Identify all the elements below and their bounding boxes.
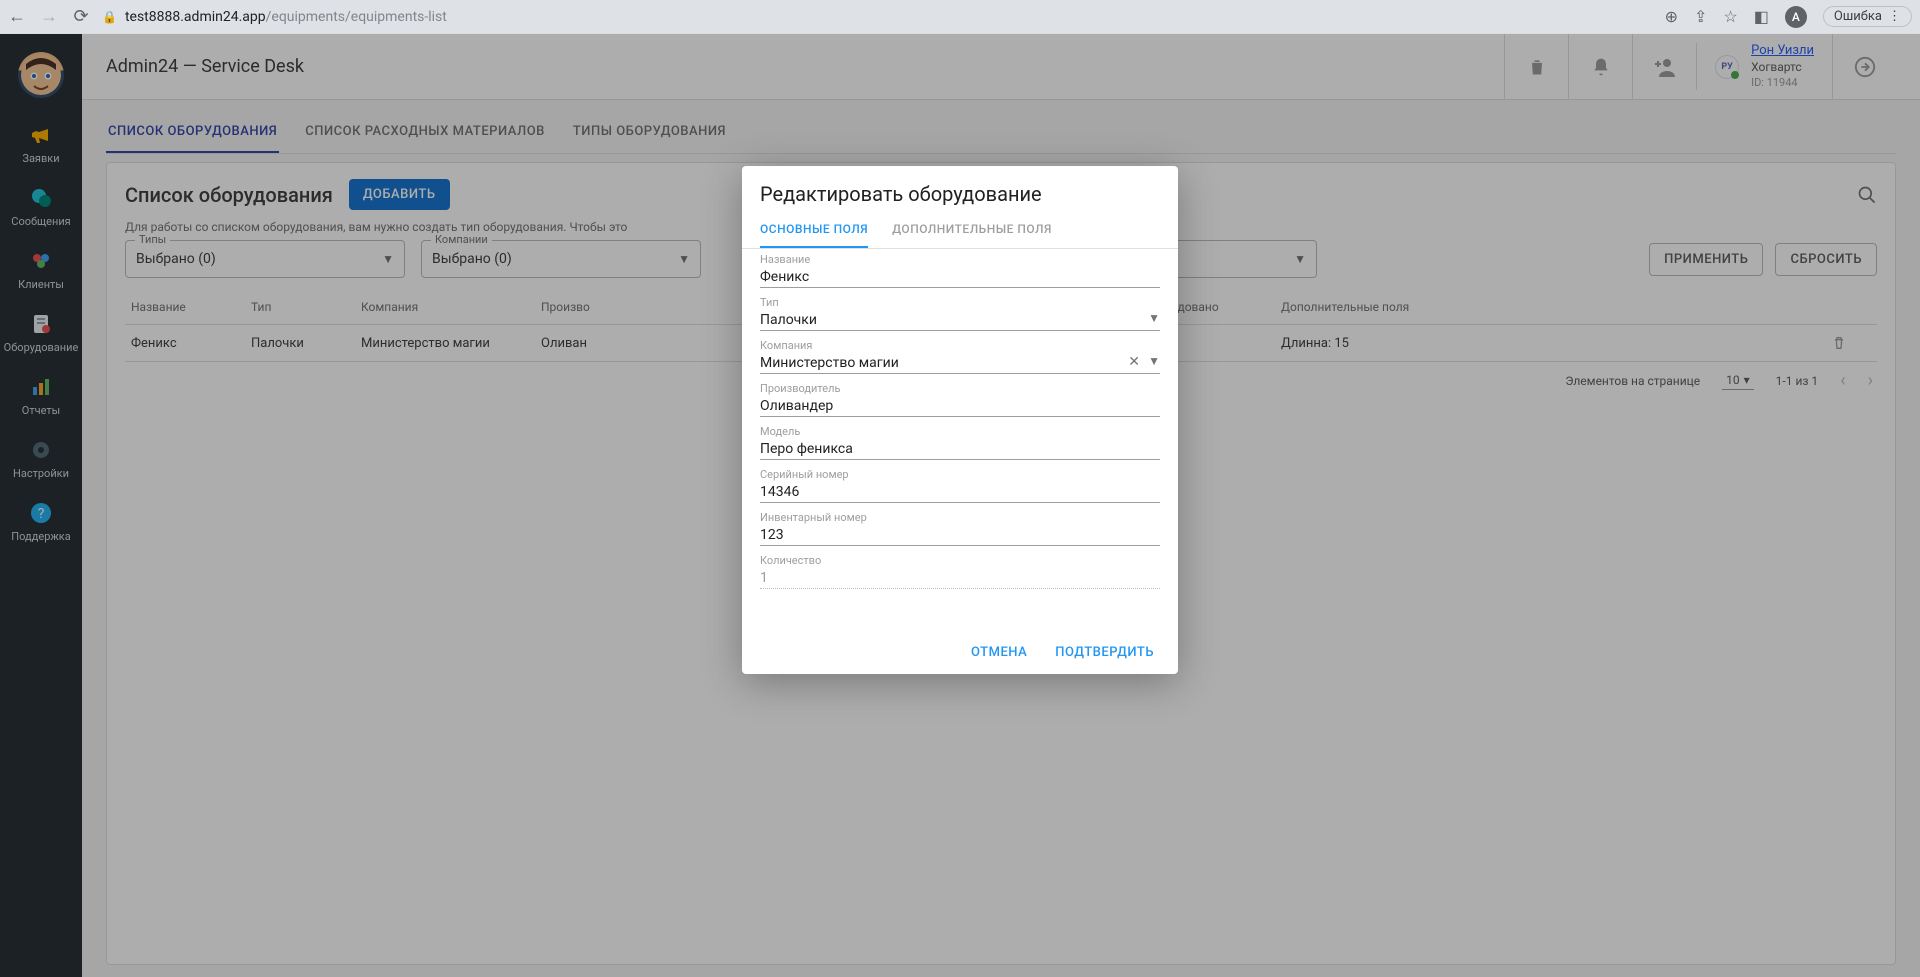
name-input[interactable] — [760, 265, 1160, 288]
maker-input[interactable] — [760, 394, 1160, 417]
type-select[interactable] — [760, 308, 1160, 331]
modal-overlay[interactable]: Редактировать оборудование ОСНОВНЫЕ ПОЛЯ… — [0, 34, 1920, 977]
url-path: /equipments/equipments-list — [266, 9, 447, 25]
panel-icon[interactable]: ◧ — [1754, 7, 1769, 26]
error-label: Ошибка — [1834, 9, 1882, 24]
field-maker: Производитель — [760, 382, 1160, 417]
app-root: Заявки Сообщения Клиенты Оборудование От… — [0, 34, 1920, 977]
error-chip[interactable]: Ошибка ⋮ — [1823, 6, 1912, 27]
zoom-icon[interactable]: ⊕ — [1665, 7, 1678, 26]
model-input[interactable] — [760, 437, 1160, 460]
kebab-icon: ⋮ — [1888, 9, 1901, 24]
field-serial: Серийный номер — [760, 468, 1160, 503]
serial-input[interactable] — [760, 480, 1160, 503]
modal-tab-extra[interactable]: ДОПОЛНИТЕЛЬНЫЕ ПОЛЯ — [892, 212, 1052, 248]
field-quantity: Количество — [760, 554, 1160, 589]
cancel-button[interactable]: ОТМЕНА — [971, 645, 1027, 660]
field-inventory: Инвентарный номер — [760, 511, 1160, 546]
modal-body: Название Тип ▼ Компания ✕ ▼ Производител… — [742, 249, 1178, 601]
chevron-down-icon[interactable]: ▼ — [1148, 311, 1160, 325]
modal-title: Редактировать оборудование — [742, 166, 1178, 212]
chevron-down-icon[interactable]: ▼ — [1148, 354, 1160, 368]
browser-actions: ⊕ ⇪ ☆ ◧ A Ошибка ⋮ — [1665, 6, 1912, 28]
url-host: test8888.admin24.app — [125, 9, 266, 25]
modal-tabs: ОСНОВНЫЕ ПОЛЯ ДОПОЛНИТЕЛЬНЫЕ ПОЛЯ — [742, 212, 1178, 249]
star-icon[interactable]: ☆ — [1723, 7, 1737, 26]
company-select[interactable] — [760, 351, 1160, 374]
profile-avatar[interactable]: A — [1785, 6, 1807, 28]
field-model: Модель — [760, 425, 1160, 460]
field-company: Компания ✕ ▼ — [760, 339, 1160, 374]
edit-equipment-modal: Редактировать оборудование ОСНОВНЫЕ ПОЛЯ… — [742, 166, 1178, 674]
browser-nav: ← → ⟳ — [8, 8, 90, 26]
reload-icon[interactable]: ⟳ — [72, 8, 90, 26]
address-bar[interactable]: 🔒 test8888.admin24.app/equipments/equipm… — [102, 9, 1653, 25]
forward-icon[interactable]: → — [40, 8, 58, 26]
back-icon[interactable]: ← — [8, 8, 26, 26]
field-name: Название — [760, 253, 1160, 288]
browser-chrome: ← → ⟳ 🔒 test8888.admin24.app/equipments/… — [0, 0, 1920, 34]
confirm-button[interactable]: ПОДТВЕРДИТЬ — [1055, 645, 1154, 660]
quantity-input[interactable] — [760, 566, 1160, 589]
modal-tab-main[interactable]: ОСНОВНЫЕ ПОЛЯ — [760, 212, 868, 248]
share-icon[interactable]: ⇪ — [1694, 7, 1707, 26]
inventory-input[interactable] — [760, 523, 1160, 546]
modal-actions: ОТМЕНА ПОДТВЕРДИТЬ — [742, 631, 1178, 674]
lock-icon: 🔒 — [102, 10, 117, 24]
clear-icon[interactable]: ✕ — [1128, 354, 1140, 370]
field-type: Тип ▼ — [760, 296, 1160, 331]
